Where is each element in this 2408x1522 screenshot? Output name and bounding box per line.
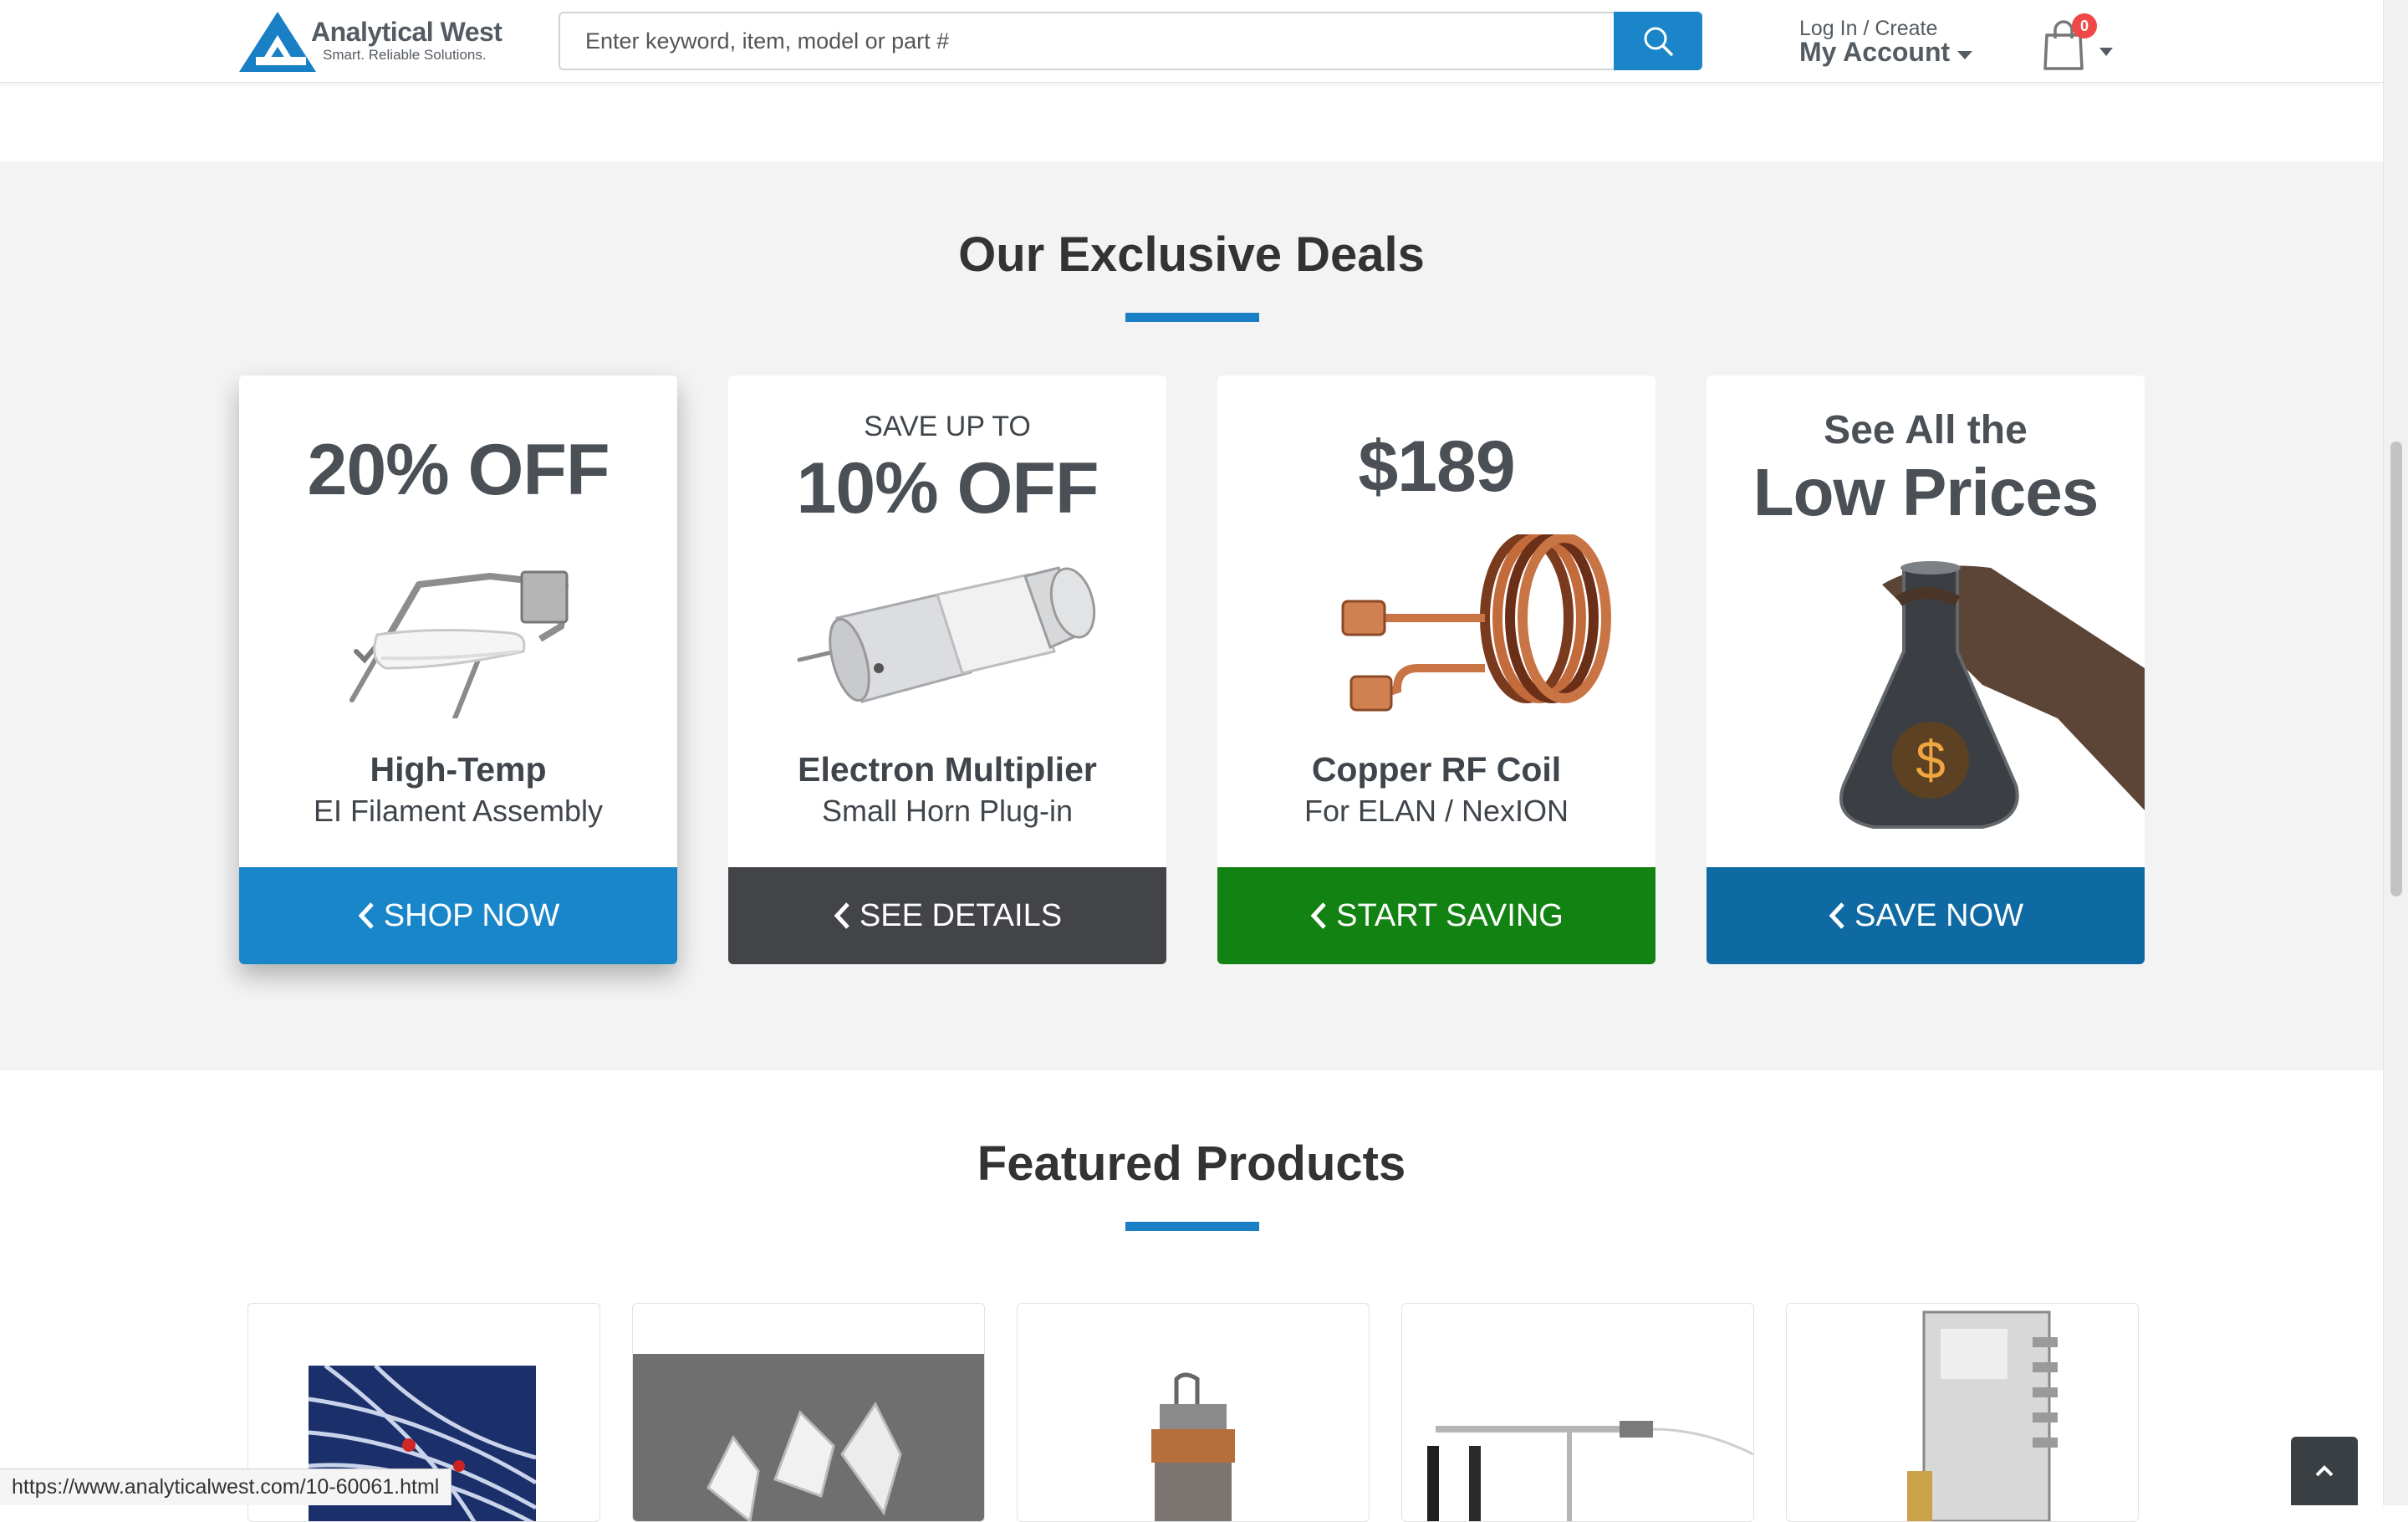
start-saving-button[interactable]: START SAVING bbox=[1217, 867, 1656, 964]
logo-triangle-icon bbox=[239, 12, 316, 72]
deal-price: $189 bbox=[1358, 426, 1515, 507]
search-button[interactable] bbox=[1614, 12, 1702, 70]
button-label: SAVE NOW bbox=[1854, 897, 2023, 933]
button-label: START SAVING bbox=[1336, 897, 1564, 933]
shop-now-button[interactable]: SHOP NOW bbox=[239, 867, 677, 964]
deal-product-subtitle: For ELAN / NexION bbox=[1303, 794, 1569, 828]
account-menu[interactable]: Log In / Create My Account bbox=[1799, 13, 2000, 72]
svg-text:$: $ bbox=[1916, 730, 1946, 790]
deal-product-name: High-Temp bbox=[370, 750, 547, 789]
deal-card-low-prices[interactable]: See All the Low Prices $ SAVE NOW bbox=[1707, 375, 2145, 964]
featured-title: Featured Products bbox=[977, 1136, 1406, 1191]
flask-with-dollar-image: $ bbox=[1839, 561, 2145, 829]
deal-price: 20% OFF bbox=[307, 430, 610, 510]
site-header: Analytical West Smart. Reliable Solution… bbox=[0, 0, 2383, 83]
logo-name: Analytical West bbox=[311, 17, 503, 47]
search-bar bbox=[559, 12, 1702, 70]
deal-prefix: SAVE UP TO bbox=[864, 411, 1031, 442]
deal-product-subtitle: EI Filament Assembly bbox=[313, 794, 604, 828]
site-logo[interactable]: Analytical West Smart. Reliable Solution… bbox=[239, 10, 503, 74]
deals-title: Our Exclusive Deals bbox=[958, 227, 1425, 282]
featured-product-card[interactable] bbox=[1401, 1303, 1754, 1522]
caret-down-icon bbox=[2099, 48, 2113, 56]
copper-rf-coil-image bbox=[1341, 534, 1611, 712]
featured-product-card[interactable] bbox=[632, 1303, 985, 1522]
deal-product-subtitle: Small Horn Plug-in bbox=[821, 794, 1074, 828]
status-bar-url: https://www.analyticalwest.com/10-60061.… bbox=[0, 1468, 452, 1505]
chevron-left-icon bbox=[834, 902, 849, 929]
search-icon bbox=[1644, 27, 1673, 56]
cart-count-badge: 0 bbox=[2072, 13, 2097, 38]
chevron-up-icon bbox=[2315, 1465, 2334, 1477]
logo-tagline: Smart. Reliable Solutions. bbox=[323, 47, 487, 63]
back-to-top-button[interactable] bbox=[2291, 1437, 2358, 1505]
deal-product-name: Electron Multiplier bbox=[798, 750, 1097, 789]
cart-button[interactable]: 0 bbox=[2040, 13, 2115, 70]
chevron-left-icon bbox=[358, 902, 374, 929]
scrollbar-thumb[interactable] bbox=[2390, 442, 2402, 896]
button-label: SHOP NOW bbox=[383, 897, 560, 933]
detector-product-image bbox=[1907, 1310, 2058, 1521]
caret-down-icon bbox=[1957, 51, 1972, 59]
deal-price: 10% OFF bbox=[796, 448, 1099, 529]
button-label: SEE DETAILS bbox=[859, 897, 1063, 933]
deal-card-copper-coil[interactable]: $189 Copper RF Coil For ELAN / NexION ST… bbox=[1217, 375, 1656, 964]
electron-multiplier-image bbox=[797, 566, 1096, 703]
deals-title-underline bbox=[1125, 313, 1259, 322]
chevron-left-icon bbox=[1829, 902, 1844, 929]
save-now-button[interactable]: SAVE NOW bbox=[1707, 867, 2145, 964]
see-details-button[interactable]: SEE DETAILS bbox=[728, 867, 1166, 964]
chevron-left-icon bbox=[1310, 902, 1326, 929]
featured-title-underline bbox=[1125, 1222, 1259, 1231]
lamp-product-image bbox=[1151, 1372, 1235, 1521]
deal-price: Low Prices bbox=[1752, 455, 2099, 529]
page-scrollbar[interactable] bbox=[2383, 0, 2408, 1505]
featured-product-card[interactable] bbox=[1017, 1303, 1370, 1522]
featured-product-card[interactable] bbox=[1786, 1303, 2139, 1522]
deal-product-name: Copper RF Coil bbox=[1311, 750, 1562, 789]
deal-prefix: See All the bbox=[1824, 408, 2028, 452]
sample-cups-product-image bbox=[633, 1354, 984, 1521]
deal-card-filament[interactable]: 20% OFF High-Temp EI Filament Assembly S… bbox=[239, 375, 677, 964]
search-input[interactable] bbox=[560, 13, 1614, 69]
deal-card-electron-multiplier[interactable]: SAVE UP TO 10% OFF Electron Multiplier S… bbox=[728, 375, 1166, 964]
filament-assembly-image bbox=[349, 570, 569, 718]
my-account-label: My Account bbox=[1799, 37, 1951, 67]
exclusive-deals-section: Our Exclusive Deals 20% OFF High-Temp EI… bbox=[0, 161, 2383, 1070]
